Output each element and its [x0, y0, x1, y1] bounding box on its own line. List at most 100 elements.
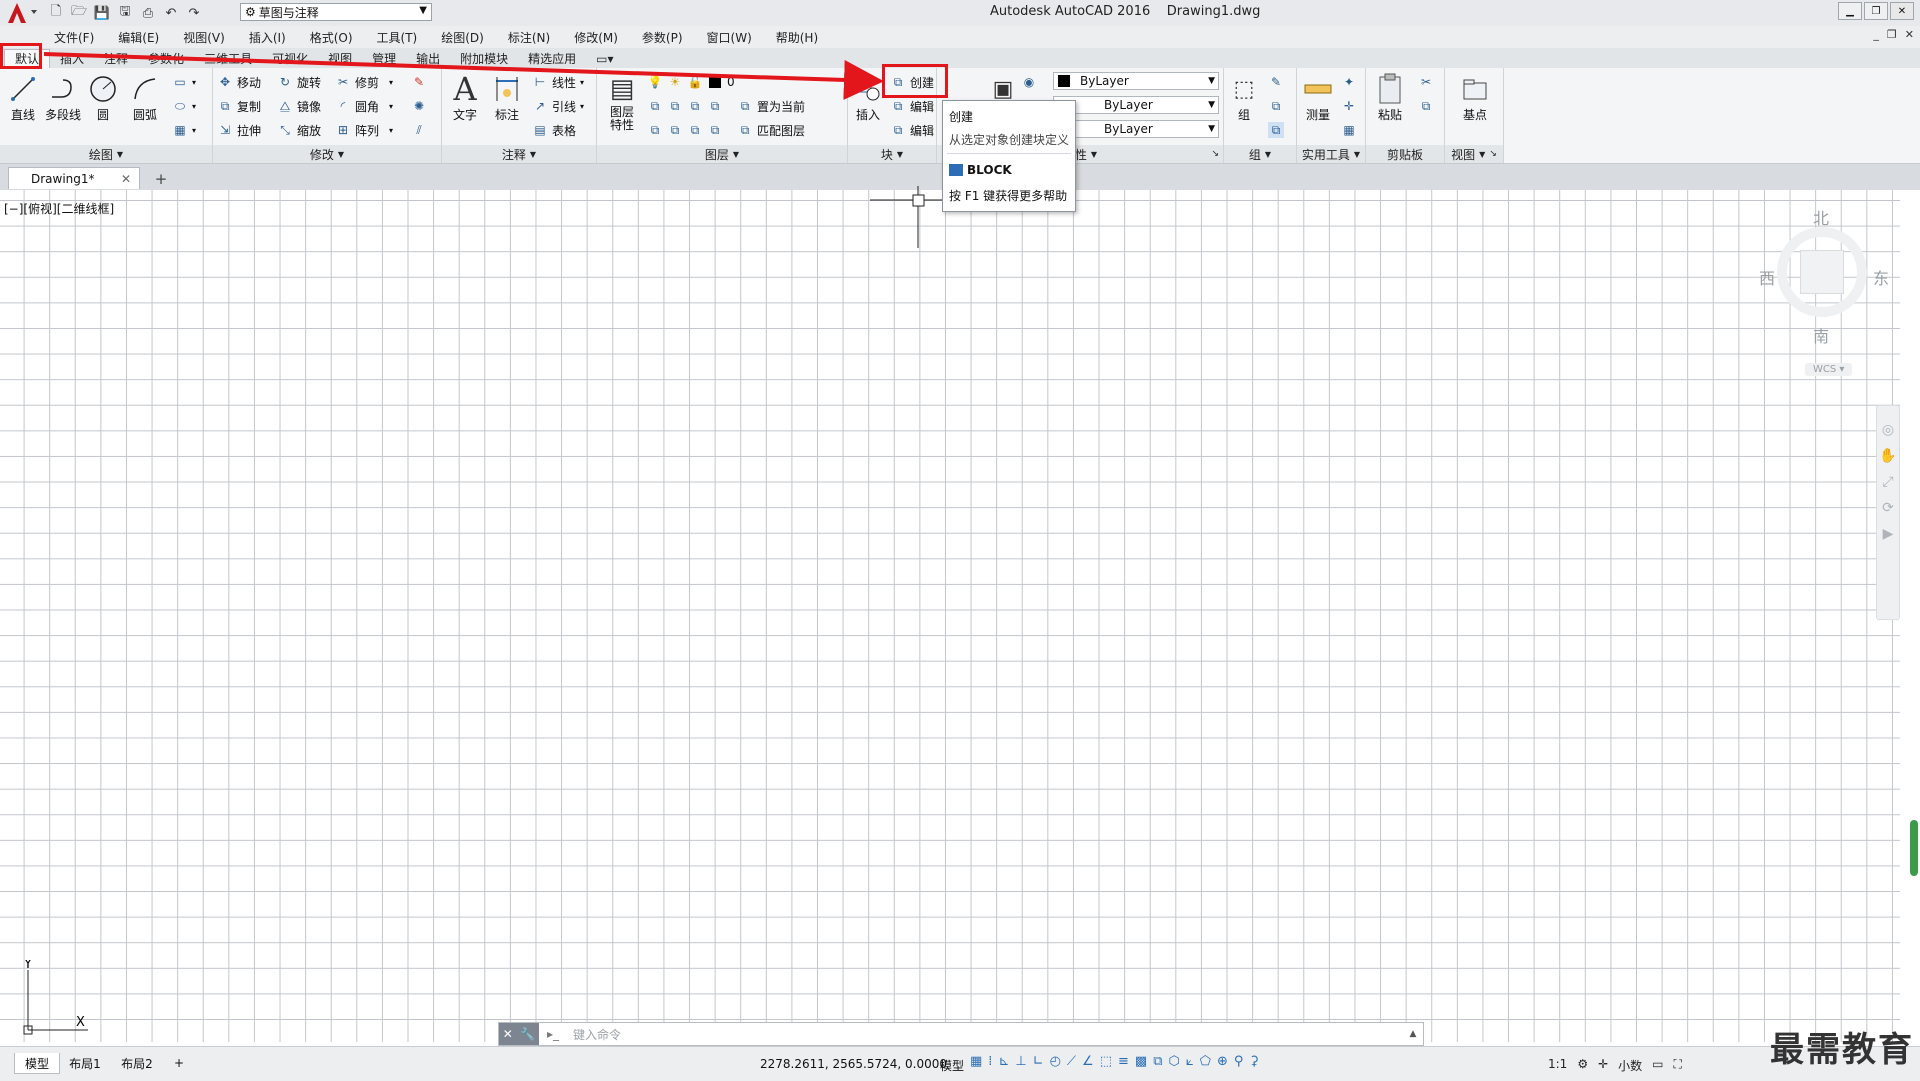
menu-item-5[interactable]: 工具(T) [365, 29, 430, 46]
viewcube-top-face[interactable] [1800, 250, 1844, 294]
paste-button[interactable]: 粘贴 [1370, 72, 1410, 123]
dimension-button[interactable]: 标注 [488, 72, 526, 123]
text-button[interactable]: A 文字 [446, 70, 484, 123]
ribbon-minimize-icon[interactable]: ▭▾ [586, 50, 623, 68]
app-menu-button[interactable] [2, 0, 42, 26]
offset-button[interactable]: ⫽ [411, 120, 427, 140]
pan-icon[interactable]: ✋ [1879, 448, 1896, 464]
layer-isolate-icon[interactable]: ⧉ [667, 98, 683, 114]
lineweight-icon[interactable]: ≡ [1118, 1054, 1129, 1069]
ribbon-tab-3[interactable]: 参数化 [138, 50, 194, 68]
doc-restore-icon[interactable]: ❐ [1887, 28, 1897, 41]
menu-item-8[interactable]: 修改(M) [562, 29, 630, 46]
menu-item-3[interactable]: 插入(I) [237, 29, 298, 46]
menu-item-6[interactable]: 绘图(D) [429, 29, 496, 46]
selection-filter-icon[interactable]: ⬠ [1200, 1054, 1211, 1069]
viewcube-north[interactable]: 北 [1813, 205, 1829, 229]
edit-attribute-button[interactable]: ⧉ 编辑 [890, 120, 934, 140]
add-layout-button[interactable]: + [168, 1053, 190, 1073]
ortho-icon[interactable]: ∟ [1033, 1054, 1044, 1069]
layer-dropdown[interactable]: 💡 ☀ 🔓 0 [647, 72, 735, 92]
set-current-button[interactable]: ⧉ 置为当前 [737, 96, 805, 116]
group-button[interactable]: ⬚ 组 [1226, 72, 1262, 123]
mirror-button[interactable]: ⧋ 镜像 [277, 96, 321, 116]
ribbon-tab-1[interactable]: 插入 [50, 50, 94, 68]
groups-panel-title[interactable]: 组 ▼ [1224, 145, 1296, 163]
workspace-switch-icon[interactable]: ⚙ [1577, 1057, 1588, 1074]
layer-off-icon[interactable]: ⧉ [647, 98, 663, 114]
stretch-button[interactable]: ⇲ 拉伸 [217, 120, 261, 140]
layout-tab-model[interactable]: 模型 [14, 1053, 60, 1074]
layer-thaw-icon[interactable]: ⧉ [687, 122, 703, 138]
arc-button[interactable]: 圆弧 [126, 72, 164, 123]
new-file-icon[interactable]: 🗋 [46, 3, 66, 23]
ribbon-tab-6[interactable]: 视图 [318, 50, 362, 68]
quick-select-button[interactable]: ✦ [1341, 72, 1357, 92]
annotation-scale[interactable]: 1:1 [1548, 1057, 1567, 1074]
fillet-button[interactable]: ◜ 圆角 ▾ [335, 96, 393, 116]
utilities-panel-title[interactable]: 实用工具 ▼ [1297, 145, 1365, 163]
menu-item-2[interactable]: 视图(V) [171, 29, 237, 46]
lineweight-select[interactable]: ByLayer ▼ [1053, 120, 1219, 138]
rectangle-button[interactable]: ▭ ▾ [172, 72, 196, 92]
doc-close-icon[interactable]: ✕ [1905, 28, 1914, 41]
linear-dim-button[interactable]: ⊢ 线性 ▾ [532, 72, 584, 92]
menu-item-0[interactable]: 文件(F) [42, 29, 106, 46]
redo-icon[interactable]: ↷ [184, 3, 204, 23]
scale-button[interactable]: ⤡ 缩放 [277, 120, 321, 140]
circle-button[interactable]: 圆 [84, 72, 122, 123]
polar-icon[interactable]: ◴ [1050, 1054, 1061, 1069]
ribbon-tab-5[interactable]: 可视化 [262, 50, 318, 68]
close-icon[interactable]: ✕ [1890, 2, 1914, 20]
menu-item-4[interactable]: 格式(O) [298, 29, 365, 46]
layer-unlock-icon[interactable]: ⧉ [707, 122, 723, 138]
annotation-visibility-icon[interactable]: ⚲ [1234, 1054, 1244, 1069]
polyline-button[interactable]: 多段线 [44, 72, 82, 123]
match-layer-button[interactable]: ⧉ 匹配图层 [737, 120, 805, 140]
ribbon-tab-9[interactable]: 附加模块 [450, 50, 518, 68]
viewcube-south[interactable]: 南 [1813, 323, 1829, 347]
explode-button[interactable]: ✺ [411, 96, 427, 116]
command-line-grip[interactable]: ✕ 🔧 [499, 1023, 539, 1045]
viewcube[interactable]: 北 南 西 东 WCS ▾ [1755, 205, 1895, 385]
annotation-monitor-icon[interactable]: ✛ [1598, 1057, 1608, 1074]
clipboard-panel-title[interactable]: 剪贴板 [1366, 145, 1444, 163]
layer-properties-button[interactable]: ▤ 图层 特性 [601, 72, 643, 132]
open-file-icon[interactable]: 🗁 [69, 3, 89, 23]
selection-cycling-icon[interactable]: ⧉ [1153, 1054, 1162, 1069]
chevron-up-icon[interactable]: ▲ [1403, 1029, 1423, 1039]
rotate-button[interactable]: ↻ 旋转 [277, 72, 321, 92]
move-button[interactable]: ✥ 移动 [217, 72, 261, 92]
layer-on-icon[interactable]: ⧉ [647, 122, 663, 138]
array-button[interactable]: ⊞ 阵列 ▾ [335, 120, 393, 140]
menu-item-10[interactable]: 窗口(W) [695, 29, 764, 46]
layer-freeze-icon[interactable]: ⧉ [687, 98, 703, 114]
close-icon[interactable]: ✕ [503, 1027, 513, 1041]
measure-button[interactable]: 测量 [1299, 72, 1337, 123]
ribbon-tab-8[interactable]: 输出 [406, 50, 450, 68]
close-tab-icon[interactable]: ✕ [121, 172, 131, 186]
linetype-select[interactable]: ByLayer ▼ [1053, 96, 1219, 114]
layers-panel-title[interactable]: 图层 ▼ [597, 145, 847, 163]
viewport-controls[interactable]: [−][俯视][二维线框] [4, 200, 114, 217]
calculator-button[interactable]: ▦ [1341, 120, 1357, 140]
color-select[interactable]: ByLayer ▼ [1053, 72, 1219, 90]
object-snap-tracking-icon[interactable]: ∠ [1082, 1054, 1094, 1069]
ribbon-tab-2[interactable]: 注释 [94, 50, 138, 68]
ellipse-button[interactable]: ⬭ ▾ [172, 96, 196, 116]
wrench-icon[interactable]: 🔧 [520, 1027, 535, 1041]
draw-panel-title[interactable]: 绘图 ▼ [0, 145, 212, 163]
dynamic-input-icon[interactable]: ⊥ [1015, 1054, 1026, 1069]
3d-object-snap-icon[interactable]: ⬡ [1168, 1054, 1179, 1069]
viewcube-west[interactable]: 西 [1759, 265, 1775, 289]
group-select-button[interactable]: ⧉ [1268, 120, 1284, 140]
leader-button[interactable]: ↗ 引线 ▾ [532, 96, 584, 116]
canvas-scroll-indicator[interactable] [1910, 820, 1918, 876]
doc-minimize-icon[interactable]: _ [1873, 28, 1879, 41]
layer-unisolate-icon[interactable]: ⧉ [667, 122, 683, 138]
auto-scale-icon[interactable]: ⚳ [1249, 1054, 1259, 1069]
clean-screen-icon[interactable]: ⛶ [1674, 1057, 1682, 1074]
menu-item-7[interactable]: 标注(N) [496, 29, 562, 46]
line-button[interactable]: 直线 [4, 72, 42, 123]
cut-button[interactable]: ✂ [1418, 72, 1434, 92]
